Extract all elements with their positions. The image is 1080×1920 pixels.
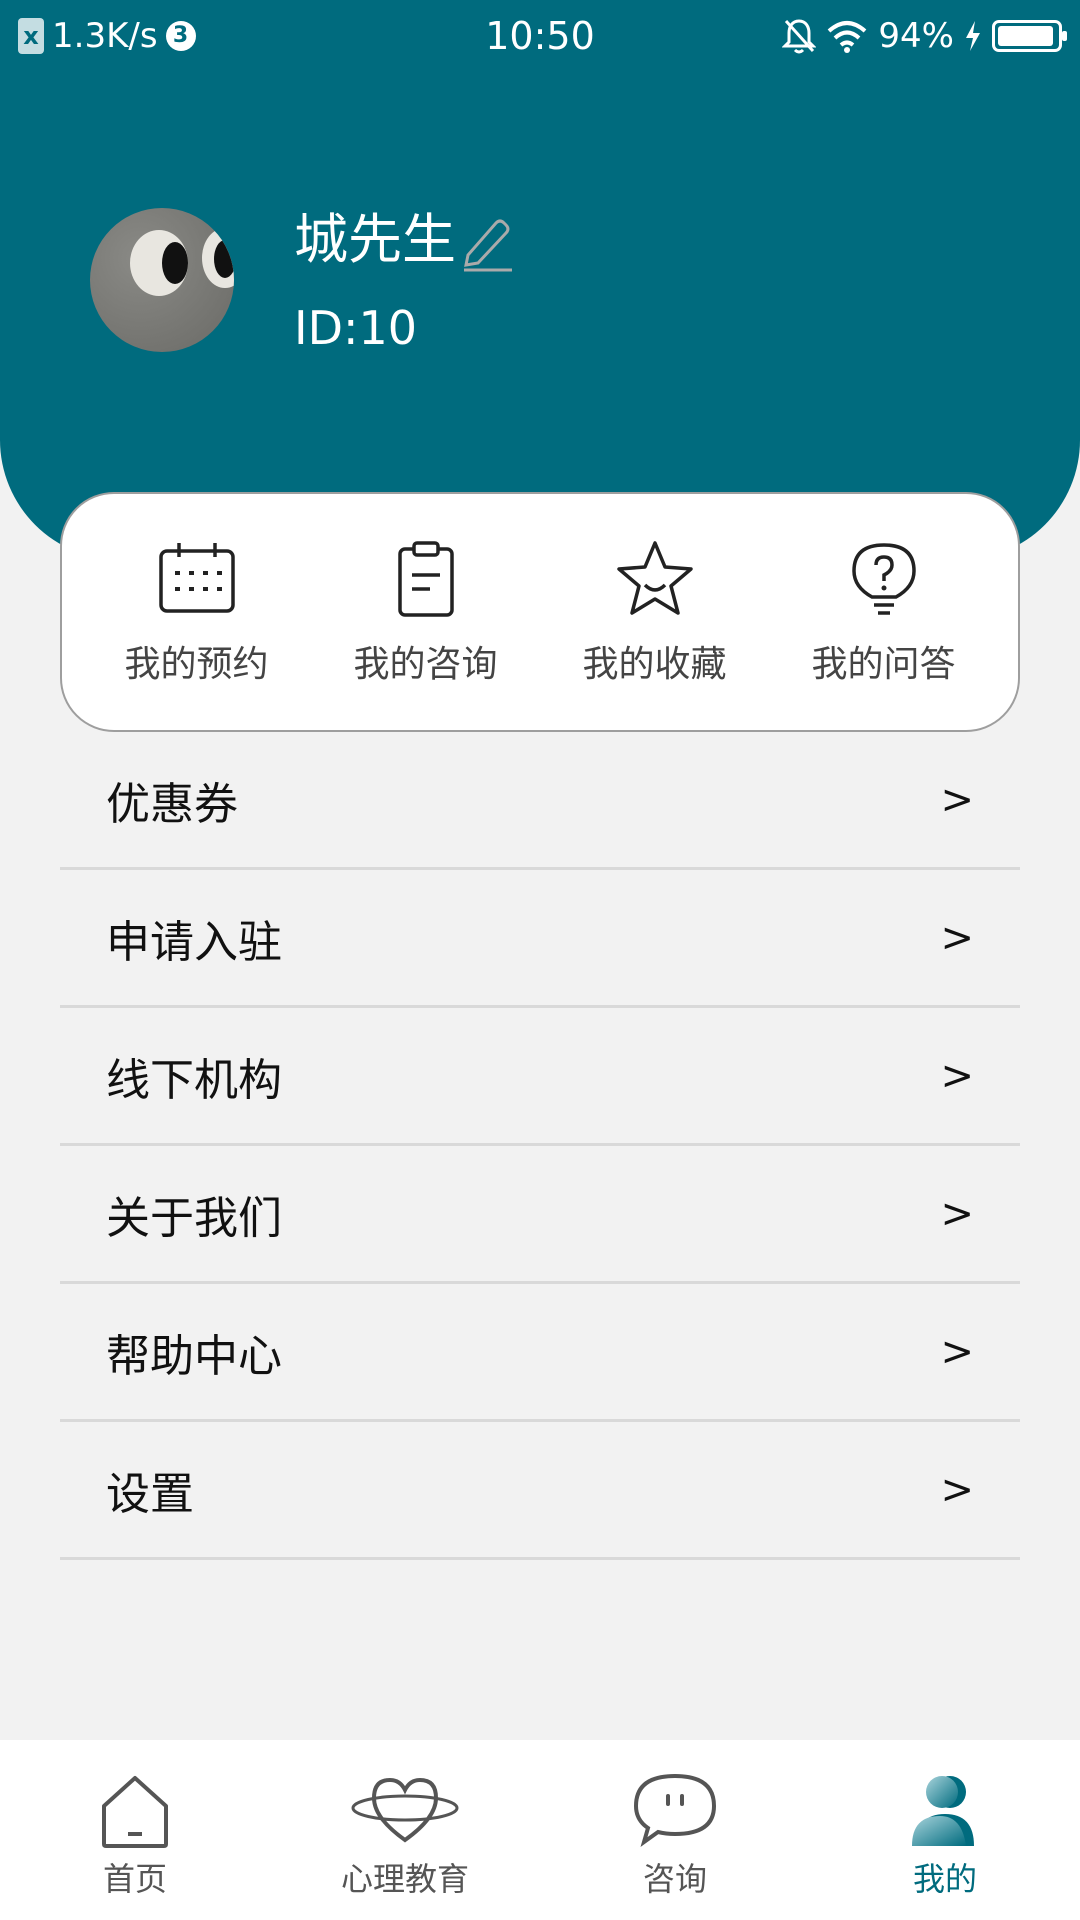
bell-muted-icon <box>782 19 817 54</box>
star-icon <box>616 541 693 615</box>
status-right: 94% <box>782 16 1067 56</box>
battery-icon <box>992 20 1067 52</box>
nav-label: 咨询 <box>642 1860 707 1898</box>
chat-bubble-icon <box>633 1773 717 1847</box>
nav-label: 心理教育 <box>340 1860 469 1898</box>
bottom-nav: 首页 心理教育 咨询 我的 <box>0 1740 1080 1920</box>
nav-psych-education[interactable]: 心理教育 <box>270 1740 540 1920</box>
nav-consult[interactable]: 咨询 <box>540 1740 810 1920</box>
nav-label: 我的 <box>912 1860 977 1898</box>
nav-mine[interactable]: 我的 <box>810 1740 1080 1920</box>
home-icon <box>102 1776 168 1848</box>
quick-label: 我的收藏 <box>582 644 727 685</box>
quick-actions-card: 我的预约 我的咨询 我的收藏 我的问答 <box>60 492 1020 732</box>
user-id: ID:10 <box>294 301 418 355</box>
username: 城先生 <box>294 208 456 271</box>
chevron-right-icon: > <box>940 1466 974 1513</box>
nav-label: 首页 <box>102 1860 167 1898</box>
menu-item-label: 关于我们 <box>106 1192 282 1244</box>
quick-label: 我的预约 <box>124 644 269 685</box>
menu-item-label: 申请入驻 <box>106 916 282 968</box>
status-bar: x 1.3K/s 3 10:50 94% <box>0 0 1080 76</box>
battery-percent: 94% <box>878 16 954 56</box>
menu-item-coupons[interactable]: 优惠券 > <box>60 732 1020 870</box>
menu-list: 优惠券 > 申请入驻 > 线下机构 > 关于我们 > 帮助中心 > 设置 > <box>60 732 1020 1560</box>
my-favorites-button[interactable]: 我的收藏 <box>545 537 765 687</box>
my-consultations-button[interactable]: 我的咨询 <box>316 537 536 687</box>
username-row: 城先生 <box>294 205 516 275</box>
menu-item-label: 线下机构 <box>106 1054 282 1106</box>
quick-label: 我的咨询 <box>353 644 498 685</box>
heart-icon <box>351 1777 459 1843</box>
profile-page: x 1.3K/s 3 10:50 94% 城先生 ID:10 我的预约 我的咨询… <box>0 0 1080 1920</box>
my-qa-button[interactable]: 我的问答 <box>774 537 994 687</box>
charging-icon <box>966 21 980 51</box>
chevron-right-icon: > <box>940 1328 974 1375</box>
battery-fill <box>998 26 1053 46</box>
menu-item-label: 优惠券 <box>106 778 238 830</box>
quick-label: 我的问答 <box>811 644 956 685</box>
menu-item-label: 帮助中心 <box>106 1330 282 1382</box>
menu-item-about-us[interactable]: 关于我们 > <box>60 1146 1020 1284</box>
chevron-right-icon: > <box>940 776 974 823</box>
clipboard-icon <box>397 541 454 617</box>
chevron-right-icon: > <box>940 914 974 961</box>
chevron-right-icon: > <box>940 1052 974 1099</box>
menu-item-offline-institutions[interactable]: 线下机构 > <box>60 1008 1020 1146</box>
menu-item-settings[interactable]: 设置 > <box>60 1422 1020 1560</box>
menu-item-help-center[interactable]: 帮助中心 > <box>60 1284 1020 1422</box>
avatar[interactable] <box>90 208 234 352</box>
nav-home[interactable]: 首页 <box>0 1740 270 1920</box>
menu-item-apply-join[interactable]: 申请入驻 > <box>60 870 1020 1008</box>
wifi-icon <box>828 21 867 53</box>
user-icon <box>912 1776 974 1846</box>
my-appointments-button[interactable]: 我的预约 <box>87 537 307 687</box>
edit-pencil-icon[interactable] <box>460 215 516 275</box>
menu-item-label: 设置 <box>106 1468 194 1520</box>
chevron-right-icon: > <box>940 1190 974 1237</box>
question-bulb-icon <box>851 543 916 615</box>
calendar-icon <box>158 543 235 613</box>
